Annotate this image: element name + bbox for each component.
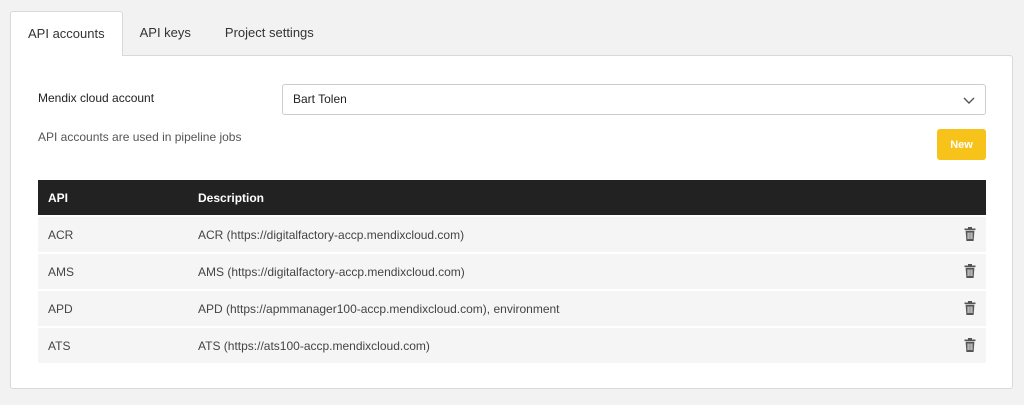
tab-api-keys[interactable]: API keys	[123, 11, 208, 55]
api-accounts-table: API Description ACR ACR (https://digital…	[38, 180, 986, 363]
trash-icon[interactable]	[964, 227, 976, 241]
api-cell: ATS	[48, 338, 71, 353]
description-cell: ATS (https://ats100-accp.mendixcloud.com…	[198, 338, 430, 353]
cloud-account-label: Mendix cloud account	[38, 91, 155, 105]
cloud-account-value: Bart Tolen	[293, 92, 347, 106]
description-cell: ACR (https://digitalfactory-accp.mendixc…	[198, 227, 465, 242]
trash-icon[interactable]	[964, 264, 976, 278]
tab-bar: API accounts API keys Project settings	[10, 11, 331, 56]
tab-api-accounts[interactable]: API accounts	[10, 11, 123, 56]
column-header-api: API	[48, 190, 69, 205]
trash-icon[interactable]	[964, 338, 976, 352]
table-row: ATS ATS (https://ats100-accp.mendixcloud…	[38, 328, 986, 363]
chevron-down-icon	[963, 97, 975, 104]
table-row: APD APD (https://apmmanager100-accp.mend…	[38, 291, 986, 326]
api-cell: AMS	[48, 264, 75, 279]
column-header-description: Description	[198, 190, 265, 205]
api-accounts-hint: API accounts are used in pipeline jobs	[38, 130, 242, 144]
cloud-account-select[interactable]: Bart Tolen	[282, 84, 986, 115]
table-row: ACR ACR (https://digitalfactory-accp.men…	[38, 217, 986, 252]
api-cell: APD	[48, 301, 73, 316]
description-cell: APD (https://apmmanager100-accp.mendixcl…	[198, 301, 560, 316]
table-row: AMS AMS (https://digitalfactory-accp.men…	[38, 254, 986, 289]
trash-icon[interactable]	[964, 301, 976, 315]
new-button[interactable]: New	[937, 129, 986, 160]
table-header: API Description	[38, 180, 986, 215]
api-accounts-panel: Mendix cloud account Bart Tolen API acco…	[10, 55, 1013, 389]
tab-project-settings[interactable]: Project settings	[208, 11, 331, 55]
api-cell: ACR	[48, 227, 74, 242]
description-cell: AMS (https://digitalfactory-accp.mendixc…	[198, 264, 465, 279]
